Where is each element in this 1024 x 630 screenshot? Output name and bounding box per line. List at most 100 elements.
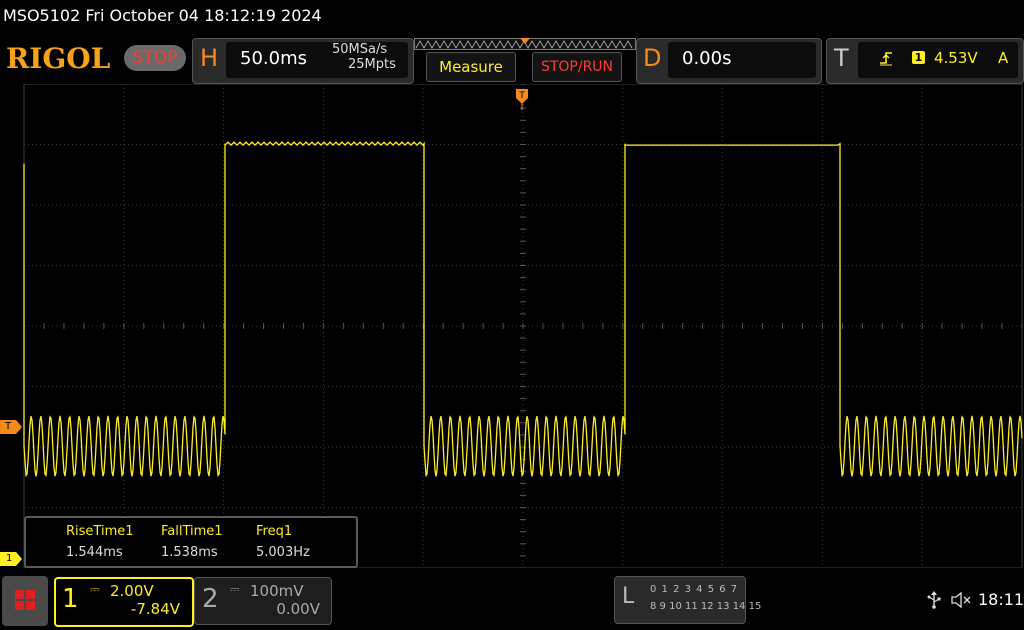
grid-tick [520, 265, 526, 266]
delay-label: D [643, 44, 662, 72]
grid-tick [520, 555, 526, 557]
measurement-value: 1.544ms [66, 545, 123, 560]
stop-run-button[interactable]: STOP/RUN [532, 52, 622, 82]
measure-button[interactable]: Measure [426, 52, 516, 82]
grid-tick [520, 301, 526, 303]
grid-tick [520, 252, 526, 254]
grid-tick [921, 323, 923, 329]
grid-tick [520, 131, 526, 133]
trigger-mode: A [998, 49, 1009, 67]
grid-tick [520, 325, 526, 327]
grid-tick [622, 323, 624, 329]
svg-text:T: T [518, 91, 525, 101]
grid-tick [362, 323, 364, 329]
grid-tick [801, 323, 803, 329]
grid-tick [223, 323, 225, 329]
channel2-offset: 0.00V [276, 600, 320, 618]
grid-tick [103, 323, 105, 329]
grid-tick [722, 323, 724, 329]
grid-tick [63, 323, 65, 329]
grid-tick [520, 277, 526, 279]
grid-tick [520, 361, 526, 363]
channel2-scale: 100mV [250, 582, 304, 600]
channel2-number: 2 [202, 584, 219, 614]
sound-muted-icon[interactable] [950, 591, 972, 609]
grid-tick [1021, 323, 1023, 329]
grid-tick [462, 323, 464, 329]
grid-tick [520, 313, 526, 315]
memory-depth: 25Mpts [348, 57, 396, 72]
grid-tick [861, 323, 863, 329]
measurement-value: 1.538ms [161, 545, 218, 560]
grid-tick [520, 228, 526, 230]
grid-tick [243, 323, 245, 329]
grid-tick [520, 507, 526, 508]
grid-tick [520, 289, 526, 291]
grid-tick [520, 144, 526, 145]
grid-tick [901, 323, 903, 329]
grid-tick [520, 494, 526, 496]
grid-tick [682, 323, 684, 329]
waveform-display[interactable] [0, 84, 1024, 568]
grid-tick [1001, 323, 1003, 329]
run-state-badge[interactable]: STOP [124, 45, 186, 71]
delay-value: 0.00s [682, 48, 732, 69]
grid-tick [203, 323, 205, 329]
grid-tick [520, 519, 526, 521]
grid-tick [163, 323, 165, 329]
grid-tick [520, 216, 526, 218]
grid-tick [961, 323, 963, 329]
grid-tick [520, 168, 526, 170]
system-clock: 18:11 [978, 590, 1024, 609]
grid-tick [602, 323, 604, 329]
grid-tick [520, 373, 526, 375]
dc-coupling-icon: ⎓ [90, 582, 100, 596]
trigger-position-marker[interactable]: T [515, 88, 529, 110]
grid-tick [520, 84, 526, 85]
grid-tick [520, 482, 526, 484]
rising-edge-icon [880, 52, 892, 66]
trigger-level-marker[interactable]: T [0, 420, 22, 434]
grid-tick [582, 323, 584, 329]
main-menu-button[interactable] [2, 576, 48, 626]
grid-tick [702, 323, 704, 329]
channel1-offset-marker[interactable]: 1 [0, 552, 22, 566]
grid-tick [881, 323, 883, 329]
sample-rate: 50MSa/s [332, 42, 388, 57]
memory-position-strip[interactable] [414, 38, 636, 50]
rigol-logo: RIGOL [6, 42, 111, 75]
grid-tick [83, 323, 85, 329]
grid-tick [520, 240, 526, 242]
trigger-level-marker-label: T [5, 421, 12, 432]
grid-tick [520, 337, 526, 339]
grid-tick [520, 531, 526, 533]
grid-tick [562, 323, 564, 329]
grid-tick [502, 323, 504, 329]
grid-tick [382, 323, 384, 329]
grid-tick [402, 323, 404, 329]
measurement-value: 5.003Hz [256, 545, 310, 560]
grid-tick [662, 323, 664, 329]
grid-tick [520, 349, 526, 351]
grid-tick [520, 567, 526, 568]
grid-tick [762, 323, 764, 329]
grid-tick [520, 422, 526, 424]
trigger-label: T [834, 44, 849, 72]
grid-tick [442, 323, 444, 329]
grid-tick [981, 323, 983, 329]
grid-tick [520, 156, 526, 158]
grid-tick [143, 323, 145, 329]
grid-tick [520, 204, 526, 206]
grid-tick [282, 323, 284, 329]
grid-tick [322, 323, 324, 329]
grid-tick [642, 323, 644, 329]
trigger-level: 4.53V [934, 49, 978, 67]
grid-tick [941, 323, 943, 329]
channel1-number: 1 [62, 584, 79, 614]
grid-tick [482, 323, 484, 329]
timebase-value: 50.0ms [240, 48, 307, 69]
grid-tick [542, 323, 544, 329]
logic-bits-row: 8 9 10 11 12 13 14 15 [650, 601, 762, 612]
channel1-scale: 2.00V [110, 582, 154, 600]
grid-tick [520, 119, 526, 121]
